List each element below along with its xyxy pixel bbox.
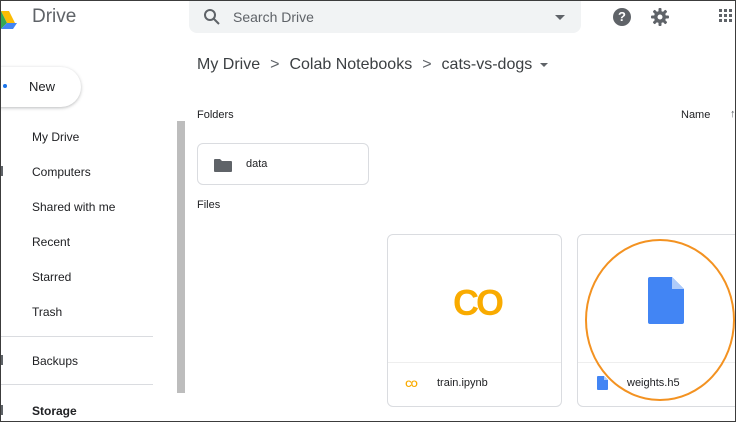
file-name: weights.h5	[627, 377, 680, 389]
sort-direction-arrow-icon[interactable]: ↑	[730, 108, 735, 120]
top-bar: Drive Search Drive ?	[1, 1, 735, 39]
sidebar-item-shared-with-me[interactable]: Shared with me	[32, 200, 115, 214]
sidebar-divider	[1, 384, 153, 385]
search-options-chevron-down-icon[interactable]	[555, 15, 565, 20]
document-icon	[597, 376, 608, 390]
help-icon[interactable]: ?	[613, 8, 631, 26]
file-footer: weights.h5	[578, 362, 735, 406]
drive-logo-icon[interactable]	[1, 7, 17, 29]
sidebar-item-trash[interactable]: Trash	[32, 305, 62, 319]
drive-window: Drive Search Drive ? New My Drive Comput…	[0, 0, 736, 422]
sidebar-item-storage[interactable]: Storage	[32, 404, 77, 418]
breadcrumb: My Drive > Colab Notebooks > cats-vs-dogs	[197, 56, 549, 74]
new-button-label: New	[29, 79, 56, 94]
breadcrumb-current-folder[interactable]: cats-vs-dogs	[442, 56, 533, 73]
app-title[interactable]: Drive	[32, 6, 76, 28]
expand-arrow-icon[interactable]	[1, 166, 3, 176]
colab-icon-text: CO	[405, 379, 417, 388]
breadcrumb-my-drive[interactable]: My Drive	[197, 56, 260, 73]
files-heading: Files	[197, 199, 221, 211]
file-footer: CO train.ipynb	[388, 362, 561, 406]
search-icon[interactable]	[203, 8, 221, 26]
sidebar-item-recent[interactable]: Recent	[32, 235, 70, 249]
folder-name: data	[246, 158, 268, 170]
sidebar: New My Drive Computers Shared with me Re…	[1, 39, 181, 421]
colab-logo-icon: CO	[453, 285, 506, 321]
document-icon	[648, 277, 684, 324]
storage-icon	[1, 405, 3, 415]
backups-icon	[1, 355, 3, 365]
breadcrumb-separator: >	[422, 56, 432, 73]
folder-icon	[214, 159, 232, 172]
file-card-train-ipynb[interactable]: CO CO train.ipynb	[387, 234, 562, 407]
sidebar-scrollbar[interactable]	[177, 121, 185, 393]
colab-logo-text: CO	[453, 285, 503, 321]
search-bar[interactable]: Search Drive	[189, 1, 581, 33]
search-input[interactable]: Search Drive	[233, 9, 314, 25]
colab-icon: CO	[405, 379, 418, 388]
sidebar-item-starred[interactable]: Starred	[32, 270, 71, 284]
breadcrumb-colab-notebooks[interactable]: Colab Notebooks	[289, 56, 412, 73]
gear-icon[interactable]	[650, 7, 670, 27]
folder-item[interactable]: data	[197, 143, 369, 185]
folders-heading: Folders	[197, 109, 234, 121]
sidebar-item-backups[interactable]: Backups	[32, 354, 78, 368]
new-button[interactable]: New	[1, 67, 81, 107]
sidebar-item-my-drive[interactable]: My Drive	[32, 130, 79, 144]
file-name: train.ipynb	[437, 377, 488, 389]
sidebar-divider	[1, 336, 153, 337]
file-card-weights-h5[interactable]: weights.h5	[577, 234, 735, 407]
sort-by-name-button[interactable]: Name	[681, 109, 710, 121]
breadcrumb-separator: >	[270, 56, 280, 73]
folder-menu-chevron-down-icon[interactable]	[540, 62, 549, 67]
sidebar-item-computers[interactable]: Computers	[32, 165, 91, 179]
plus-icon	[3, 84, 7, 88]
apps-grid-icon[interactable]	[719, 9, 735, 27]
